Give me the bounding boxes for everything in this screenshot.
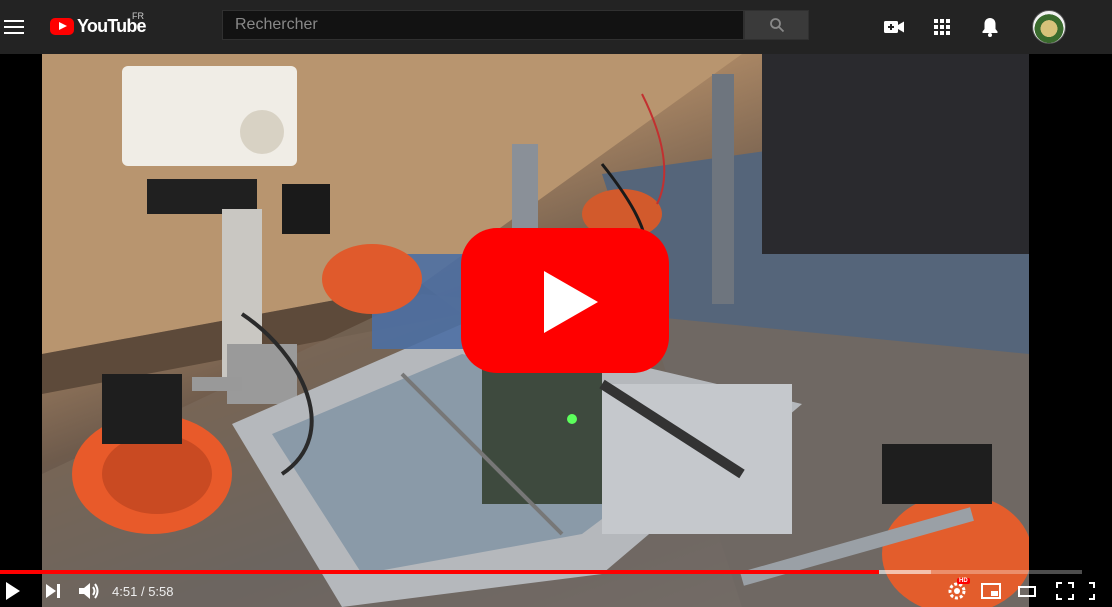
volume-icon[interactable] bbox=[77, 580, 101, 602]
fullscreen-edge-icon[interactable] bbox=[1086, 580, 1100, 602]
miniplayer-icon[interactable] bbox=[980, 580, 1002, 602]
fullscreen-icon[interactable] bbox=[1054, 580, 1076, 602]
search-button[interactable] bbox=[744, 10, 809, 40]
current-time: 4:51 bbox=[112, 584, 138, 599]
played-bar bbox=[0, 570, 880, 574]
youtube-play-logo-icon bbox=[50, 17, 74, 35]
theater-mode-icon[interactable] bbox=[1016, 580, 1038, 602]
time-separator: / bbox=[140, 584, 145, 599]
search-icon bbox=[770, 18, 785, 33]
video-frame[interactable] bbox=[42, 54, 1029, 607]
create-video-icon[interactable] bbox=[882, 15, 906, 39]
next-video-icon[interactable] bbox=[44, 580, 62, 602]
hd-badge: HD bbox=[957, 578, 970, 584]
region-label: FR bbox=[132, 11, 144, 21]
video-player[interactable]: 4:51 / 5:58 HD bbox=[0, 54, 1112, 607]
avatar[interactable] bbox=[1032, 10, 1066, 44]
menu-icon[interactable] bbox=[4, 16, 24, 36]
notifications-bell-icon[interactable] bbox=[978, 15, 1002, 39]
progress-bar[interactable] bbox=[0, 570, 1082, 574]
play-icon[interactable] bbox=[4, 580, 22, 602]
youtube-logo[interactable]: YouTube FR bbox=[50, 11, 147, 37]
player-controls: 4:51 / 5:58 HD bbox=[0, 575, 1112, 607]
apps-grid-icon[interactable] bbox=[930, 15, 954, 39]
time-display: 4:51 / 5:58 bbox=[112, 584, 174, 599]
large-play-button[interactable] bbox=[461, 228, 669, 373]
search-input[interactable]: Rechercher bbox=[222, 10, 744, 40]
masthead: YouTube FR Rechercher bbox=[0, 0, 1112, 54]
duration: 5:58 bbox=[148, 584, 174, 599]
